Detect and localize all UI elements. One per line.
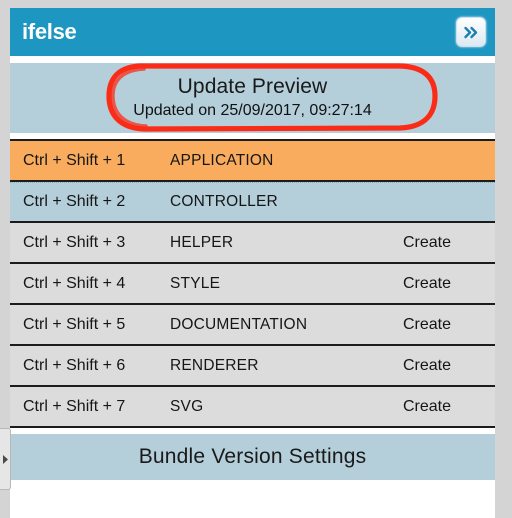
row-shortcut: Ctrl + Shift + 1 xyxy=(23,151,126,169)
triangle-right-icon xyxy=(2,454,9,465)
row-create-link[interactable]: Create xyxy=(403,398,495,416)
row-label: APPLICATION xyxy=(170,151,274,169)
table-row[interactable]: Ctrl + Shift + 4 STYLE Create xyxy=(10,264,495,305)
update-preview-title: Update Preview xyxy=(177,74,328,98)
row-create-link[interactable]: Create xyxy=(403,316,495,334)
row-label: STYLE xyxy=(170,274,221,292)
row-shortcut: Ctrl + Shift + 6 xyxy=(23,356,126,374)
row-shortcut: Ctrl + Shift + 7 xyxy=(23,397,126,415)
sidebar-pull-tab[interactable] xyxy=(0,428,11,490)
header-spacer xyxy=(10,56,495,63)
bundle-version-settings-button[interactable]: Bundle Version Settings xyxy=(10,434,495,480)
panel-content: ifelse Update Preview Updated on 25/09/2… xyxy=(10,8,495,518)
shortcut-list: Ctrl + Shift + 1 APPLICATION Ctrl + Shif… xyxy=(10,139,495,428)
bundle-version-settings-label: Bundle Version Settings xyxy=(138,445,367,468)
row-label: HELPER xyxy=(170,233,234,251)
brand-logo: ifelse xyxy=(22,19,77,44)
expand-button[interactable] xyxy=(456,17,486,47)
update-preview-timestamp: Updated on 25/09/2017, 09:27:14 xyxy=(133,102,372,120)
page-gutter-right xyxy=(495,0,512,518)
row-label: DOCUMENTATION xyxy=(170,315,308,333)
row-label: CONTROLLER xyxy=(170,193,278,210)
update-preview-button[interactable]: Update Preview Updated on 25/09/2017, 09… xyxy=(10,63,495,133)
row-shortcut: Ctrl + Shift + 2 xyxy=(23,193,126,210)
row-create-link[interactable]: Create xyxy=(403,234,495,252)
table-row[interactable]: Ctrl + Shift + 1 APPLICATION xyxy=(10,141,495,182)
table-row[interactable]: Ctrl + Shift + 7 SVG Create xyxy=(10,387,495,428)
ifelse-panel: ifelse Update Preview Updated on 25/09/2… xyxy=(0,0,512,518)
row-shortcut: Ctrl + Shift + 5 xyxy=(23,315,126,333)
table-row[interactable]: Ctrl + Shift + 3 HELPER Create xyxy=(10,223,495,264)
window-top-edge xyxy=(0,0,512,8)
row-shortcut: Ctrl + Shift + 4 xyxy=(23,274,126,292)
row-label: SVG xyxy=(170,397,204,415)
row-create-link[interactable]: Create xyxy=(403,275,495,293)
row-create-link[interactable]: Create xyxy=(403,357,495,375)
row-label: RENDERER xyxy=(170,356,259,374)
double-chevron-right-icon xyxy=(463,25,480,40)
table-row[interactable]: Ctrl + Shift + 6 RENDERER Create xyxy=(10,346,495,387)
table-row[interactable]: Ctrl + Shift + 2 CONTROLLER xyxy=(10,182,495,223)
table-row[interactable]: Ctrl + Shift + 5 DOCUMENTATION Create xyxy=(10,305,495,346)
row-shortcut: Ctrl + Shift + 3 xyxy=(23,233,126,251)
panel-header: ifelse xyxy=(10,8,495,56)
